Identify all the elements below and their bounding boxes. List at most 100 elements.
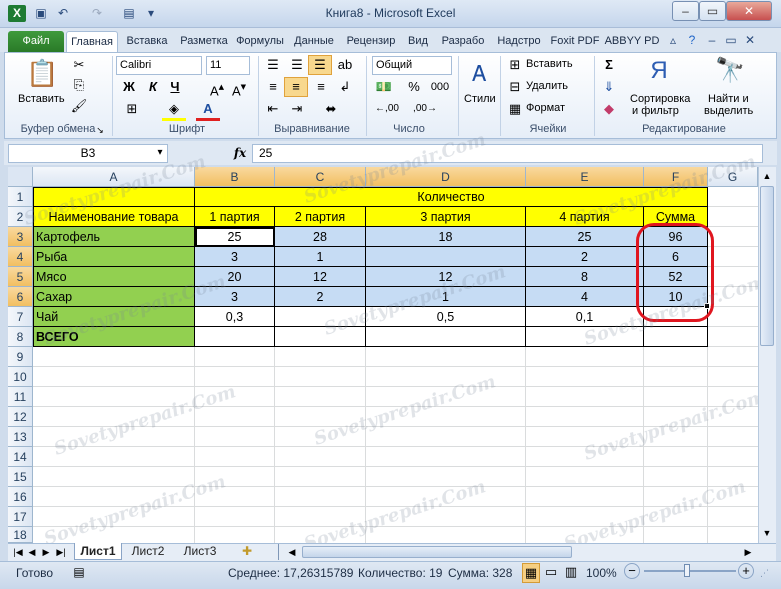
row-header-5[interactable]: 5 (8, 267, 33, 287)
row-header-13[interactable]: 13 (8, 427, 33, 447)
zoom-slider-thumb[interactable] (684, 564, 690, 577)
font-color-icon[interactable]: A (196, 100, 220, 121)
wrap-text-icon[interactable]: ↲ (334, 78, 356, 96)
align-bottom-icon[interactable]: ☰ (308, 55, 332, 75)
delete-cells-icon[interactable]: ⊟ (506, 78, 524, 96)
row-header-7[interactable]: 7 (8, 307, 33, 327)
close-button[interactable]: ✕ (726, 1, 772, 21)
row-header-1[interactable]: 1 (8, 187, 33, 207)
format-cells-icon[interactable]: ▦ (506, 100, 524, 118)
doc-close-icon[interactable]: ✕ (741, 32, 759, 49)
page-layout-view-icon[interactable]: ▭ (542, 563, 560, 581)
borders-icon[interactable]: ⊞ (120, 100, 144, 118)
tab-page-layout[interactable]: Разметка (176, 31, 232, 52)
styles-icon[interactable]: Ꭺ (466, 60, 494, 88)
cell-c6[interactable]: 2 (275, 287, 365, 307)
currency-icon[interactable]: 💵 (372, 78, 396, 96)
tab-insert[interactable]: Вставка (120, 31, 174, 52)
decrease-decimal-icon[interactable]: ,00→ (410, 100, 440, 118)
dialog-launcher-icon[interactable]: ↘ (94, 124, 106, 136)
insert-sheet-icon[interactable]: ✚ (236, 543, 258, 560)
row-header-18[interactable]: 18 (8, 527, 33, 543)
paste-icon[interactable]: 📋 (26, 58, 58, 88)
cell-a3[interactable]: Картофель (36, 227, 192, 247)
font-name-select[interactable]: Calibri (116, 56, 202, 75)
tab-formulas[interactable]: Формулы (233, 31, 287, 52)
row-header-16[interactable]: 16 (8, 487, 33, 507)
zoom-out-icon[interactable]: − (624, 563, 640, 579)
cell-e6[interactable]: 4 (526, 287, 643, 307)
cut-icon[interactable]: ✂ (70, 56, 88, 74)
vertical-scroll-thumb[interactable] (760, 186, 774, 346)
sort-filter-line2[interactable]: и фильтр (632, 105, 679, 117)
row-header-3[interactable]: 3 (8, 227, 33, 247)
clear-icon[interactable]: ◆ (600, 100, 618, 118)
row-header-8[interactable]: 8 (8, 327, 33, 347)
name-box-dropdown-icon[interactable]: ▾ (152, 144, 168, 162)
collapse-ribbon-icon[interactable]: ▵ (664, 32, 682, 49)
maximize-button[interactable]: ▭ (699, 1, 726, 21)
doc-minimize-icon[interactable]: – (703, 32, 721, 49)
name-box[interactable]: B3 (8, 144, 168, 163)
tab-review[interactable]: Рецензир (341, 31, 401, 52)
doc-restore-icon[interactable]: ▭ (722, 32, 740, 49)
align-left-icon[interactable]: ≡ (262, 78, 284, 96)
row-header-6[interactable]: 6 (8, 287, 33, 307)
scroll-up-icon[interactable]: ▲ (759, 168, 775, 184)
align-middle-icon[interactable]: ☰ (286, 56, 308, 74)
insert-function-button[interactable]: fx (228, 144, 252, 163)
cell-a4[interactable]: Рыба (36, 247, 192, 267)
tab-data[interactable]: Данные (288, 31, 340, 52)
normal-view-icon[interactable]: ▦ (522, 563, 540, 583)
number-format-select[interactable]: Общий (372, 56, 452, 75)
cell-a5[interactable]: Мясо (36, 267, 192, 287)
macro-record-icon[interactable]: ▤ (70, 563, 88, 581)
first-sheet-icon[interactable]: |◀ (12, 544, 24, 560)
shrink-font-icon[interactable]: A▾ (230, 78, 248, 100)
align-right-icon[interactable]: ≡ (310, 78, 332, 96)
cell-e5[interactable]: 8 (526, 267, 643, 287)
resize-grip-icon[interactable]: ⋰ (760, 566, 774, 580)
align-top-icon[interactable]: ☰ (262, 56, 284, 74)
scroll-left-icon[interactable]: ◀ (284, 544, 300, 560)
cell-c4[interactable]: 1 (275, 247, 365, 267)
styles-button[interactable]: Стили (464, 93, 496, 105)
insert-cells-icon[interactable]: ⊞ (506, 56, 524, 74)
orientation-icon[interactable]: ab (334, 56, 356, 74)
help-icon[interactable]: ? (683, 32, 701, 49)
cell-b4[interactable]: 3 (195, 247, 274, 267)
sort-filter-line1[interactable]: Сортировка (630, 93, 690, 105)
formula-input[interactable]: 25 (252, 144, 763, 163)
column-header-e[interactable]: E (526, 167, 644, 187)
sort-filter-icon[interactable]: Я (642, 56, 676, 86)
select-all-corner[interactable] (8, 167, 33, 187)
zoom-level[interactable]: 100% (586, 566, 617, 580)
fill-icon[interactable]: ⇓ (600, 78, 618, 96)
tab-split-handle[interactable] (278, 544, 279, 560)
sheet-tab-2[interactable]: Лист2 (124, 543, 172, 560)
scroll-right-icon[interactable]: ▶ (740, 544, 756, 560)
zoom-in-icon[interactable]: + (738, 563, 754, 579)
tab-home[interactable]: Главная (66, 31, 118, 52)
cell-d3[interactable]: 18 (366, 227, 525, 247)
tab-addins[interactable]: Надстро (492, 31, 546, 52)
sheet-tab-3[interactable]: Лист3 (176, 543, 224, 560)
percent-icon[interactable]: % (404, 78, 424, 96)
page-break-view-icon[interactable]: ▥ (562, 563, 580, 581)
format-cells-button[interactable]: Формат (526, 102, 565, 114)
find-select-icon[interactable]: 🔭 (714, 56, 746, 86)
sheet-tab-1[interactable]: Лист1 (74, 543, 122, 560)
cell-b3[interactable]: 25 (195, 227, 274, 247)
horizontal-scroll-thumb[interactable] (302, 546, 572, 558)
row-header-17[interactable]: 17 (8, 507, 33, 527)
last-sheet-icon[interactable]: ▶| (54, 544, 68, 560)
scroll-down-icon[interactable]: ▼ (759, 525, 775, 541)
bold-button[interactable]: Ж (120, 78, 138, 96)
merge-center-icon[interactable]: ⬌ (316, 100, 346, 118)
row-header-14[interactable]: 14 (8, 447, 33, 467)
cell-e3[interactable]: 25 (526, 227, 643, 247)
tab-developer[interactable]: Разрабо (435, 31, 491, 52)
cell-e4[interactable]: 2 (526, 247, 643, 267)
format-painter-icon[interactable]: 🖌 (70, 97, 88, 115)
cell-c5[interactable]: 12 (275, 267, 365, 287)
